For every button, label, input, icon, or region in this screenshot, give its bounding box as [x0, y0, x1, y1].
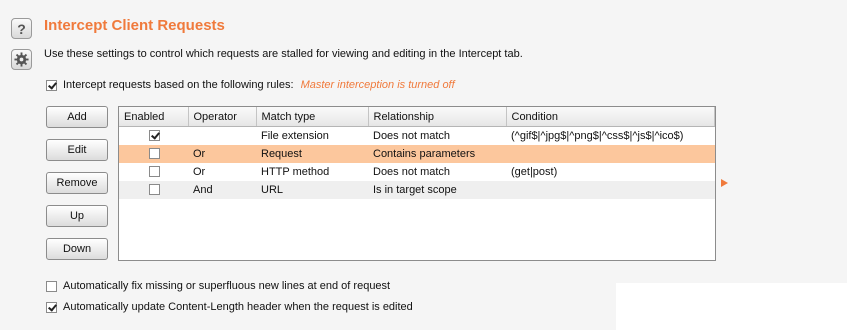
- help-icon[interactable]: ?: [11, 18, 32, 39]
- fix-newlines-checkbox[interactable]: [46, 281, 57, 292]
- relationship-cell: Is in target scope: [368, 181, 506, 199]
- column-header-enabled[interactable]: Enabled: [119, 107, 189, 127]
- condition-cell: (^gif$|^jpg$|^png$|^css$|^js$|^ico$): [511, 130, 684, 142]
- fix-newlines-label: Automatically fix missing or superfluous…: [63, 280, 391, 292]
- intercept-rules-row: Intercept requests based on the followin…: [63, 79, 455, 91]
- operator-cell: Or: [193, 166, 206, 178]
- relationship-cell: Contains parameters: [368, 145, 506, 163]
- enabled-cell: [119, 163, 188, 181]
- enabled-cell: [119, 145, 188, 163]
- relationship-cell: Does not match: [373, 130, 451, 142]
- column-header-match-type[interactable]: Match type: [256, 107, 369, 127]
- up-button[interactable]: Up: [46, 205, 108, 227]
- add-button[interactable]: Add: [46, 106, 108, 128]
- enabled-cell: [119, 181, 188, 199]
- column-header-condition[interactable]: Condition: [506, 107, 715, 127]
- match-type-cell: Request: [256, 145, 368, 163]
- section-title: Intercept Client Requests: [44, 17, 225, 34]
- expand-arrow-icon[interactable]: [721, 179, 728, 187]
- table-row-selected[interactable]: Or Request Contains parameters: [119, 145, 715, 163]
- intercept-rules-checkbox[interactable]: [46, 80, 57, 91]
- rule-enabled-checkbox[interactable]: [149, 130, 160, 141]
- intercept-rules-label: Intercept requests based on the followin…: [63, 79, 294, 91]
- column-header-relationship[interactable]: Relationship: [368, 107, 507, 127]
- column-header-operator[interactable]: Operator: [188, 107, 257, 127]
- match-type-cell: HTTP method: [261, 166, 330, 178]
- match-type-cell: File extension: [261, 130, 329, 142]
- down-button[interactable]: Down: [46, 238, 108, 260]
- gear-icon[interactable]: [11, 49, 32, 70]
- match-type-cell: URL: [256, 181, 368, 199]
- operator-cell: Or: [188, 145, 256, 163]
- rule-enabled-checkbox[interactable]: [149, 184, 160, 195]
- table-header-row: Enabled Operator Match type Relationship…: [119, 107, 715, 127]
- operator-cell: And: [188, 181, 256, 199]
- operator-cell: [188, 127, 256, 146]
- condition-cell: (get|post): [511, 166, 558, 178]
- table-row[interactable]: File extension Does not match (^gif$|^jp…: [119, 127, 715, 146]
- table-row[interactable]: And URL Is in target scope: [119, 181, 715, 199]
- rule-enabled-checkbox[interactable]: [149, 148, 160, 159]
- edit-button[interactable]: Edit: [46, 139, 108, 161]
- update-content-length-label: Automatically update Content-Length head…: [63, 301, 413, 313]
- condition-cell: [506, 181, 715, 199]
- interception-off-warning: Master interception is turned off: [300, 79, 455, 91]
- blank-panel: [616, 283, 847, 330]
- rules-table: Enabled Operator Match type Relationship…: [118, 106, 716, 261]
- table-row[interactable]: Or HTTP method Does not match (get|post): [119, 163, 715, 181]
- condition-cell: [506, 145, 715, 163]
- enabled-cell: [119, 127, 188, 146]
- section-description: Use these settings to control which requ…: [44, 48, 523, 60]
- remove-button[interactable]: Remove: [46, 172, 108, 194]
- rule-enabled-checkbox[interactable]: [149, 166, 160, 177]
- update-content-length-checkbox[interactable]: [46, 302, 57, 313]
- relationship-cell: Does not match: [373, 166, 451, 178]
